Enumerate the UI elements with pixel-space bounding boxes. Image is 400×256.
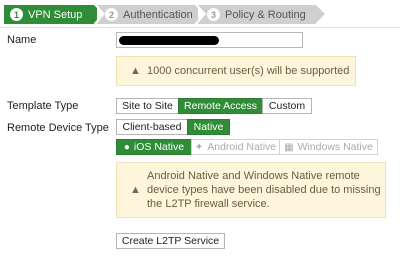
capacity-note-text: 1000 concurrent user(s) will be supporte… <box>147 65 350 77</box>
step-label: Authentication <box>123 8 193 21</box>
template-custom-button[interactable]: Custom <box>262 98 312 114</box>
note-line: the L2TP firewall service. <box>147 198 270 210</box>
step-number: 3 <box>207 8 220 21</box>
name-label: Name <box>7 34 37 46</box>
windows-icon: ▦ <box>284 141 294 153</box>
apple-icon: ● <box>123 141 130 153</box>
create-l2tp-service-button[interactable]: Create L2TP Service <box>116 233 225 249</box>
capacity-note: ▲ 1000 concurrent user(s) will be suppor… <box>116 56 356 86</box>
step-authentication[interactable]: 2 Authentication <box>97 5 204 24</box>
warning-icon: ▲ <box>130 65 141 77</box>
ios-native-label: iOS Native <box>133 141 185 153</box>
ios-native-button[interactable]: ● iOS Native <box>116 139 192 155</box>
device-native-button[interactable]: Native <box>187 119 230 135</box>
step-vpn-setup[interactable]: 1 VPN Setup <box>4 5 103 24</box>
redacted-name <box>119 36 219 45</box>
disabled-types-note: ▲ Android Native and Windows Native remo… <box>116 162 386 218</box>
device-client-based-button[interactable]: Client-based <box>116 119 188 135</box>
step-number: 2 <box>105 8 118 21</box>
remote-device-type-label: Remote Device Type <box>7 122 109 134</box>
wizard-steps: 1 VPN Setup 2 Authentication 3 Policy & … <box>0 0 400 28</box>
native-platform-selector: ● iOS Native ✦ Android Native ▦ Windows … <box>116 139 378 155</box>
name-input[interactable] <box>116 32 303 48</box>
template-site-to-site-button[interactable]: Site to Site <box>116 98 179 114</box>
android-icon: ✦ <box>194 141 204 153</box>
step-label: VPN Setup <box>28 8 83 21</box>
note-line: Android Native and Windows Native remote <box>147 170 360 182</box>
android-native-button[interactable]: ✦ Android Native <box>191 139 280 155</box>
step-policy-routing[interactable]: 3 Policy & Routing <box>198 5 325 24</box>
template-type-label: Template Type <box>7 100 79 112</box>
windows-native-button[interactable]: ▦ Windows Native <box>279 139 378 155</box>
android-native-label: Android Native <box>207 141 277 153</box>
warning-icon: ▲ <box>130 184 141 196</box>
disabled-note-text: Android Native and Windows Native remote… <box>147 169 381 211</box>
template-remote-access-button[interactable]: Remote Access <box>178 98 263 114</box>
windows-native-label: Windows Native <box>297 141 373 153</box>
device-type-selector: Client-based Native <box>116 119 230 135</box>
step-number: 1 <box>10 8 23 21</box>
template-type-selector: Site to Site Remote Access Custom <box>116 98 312 114</box>
step-label: Policy & Routing <box>225 8 306 21</box>
note-line: device types have been disabled due to m… <box>147 184 381 196</box>
